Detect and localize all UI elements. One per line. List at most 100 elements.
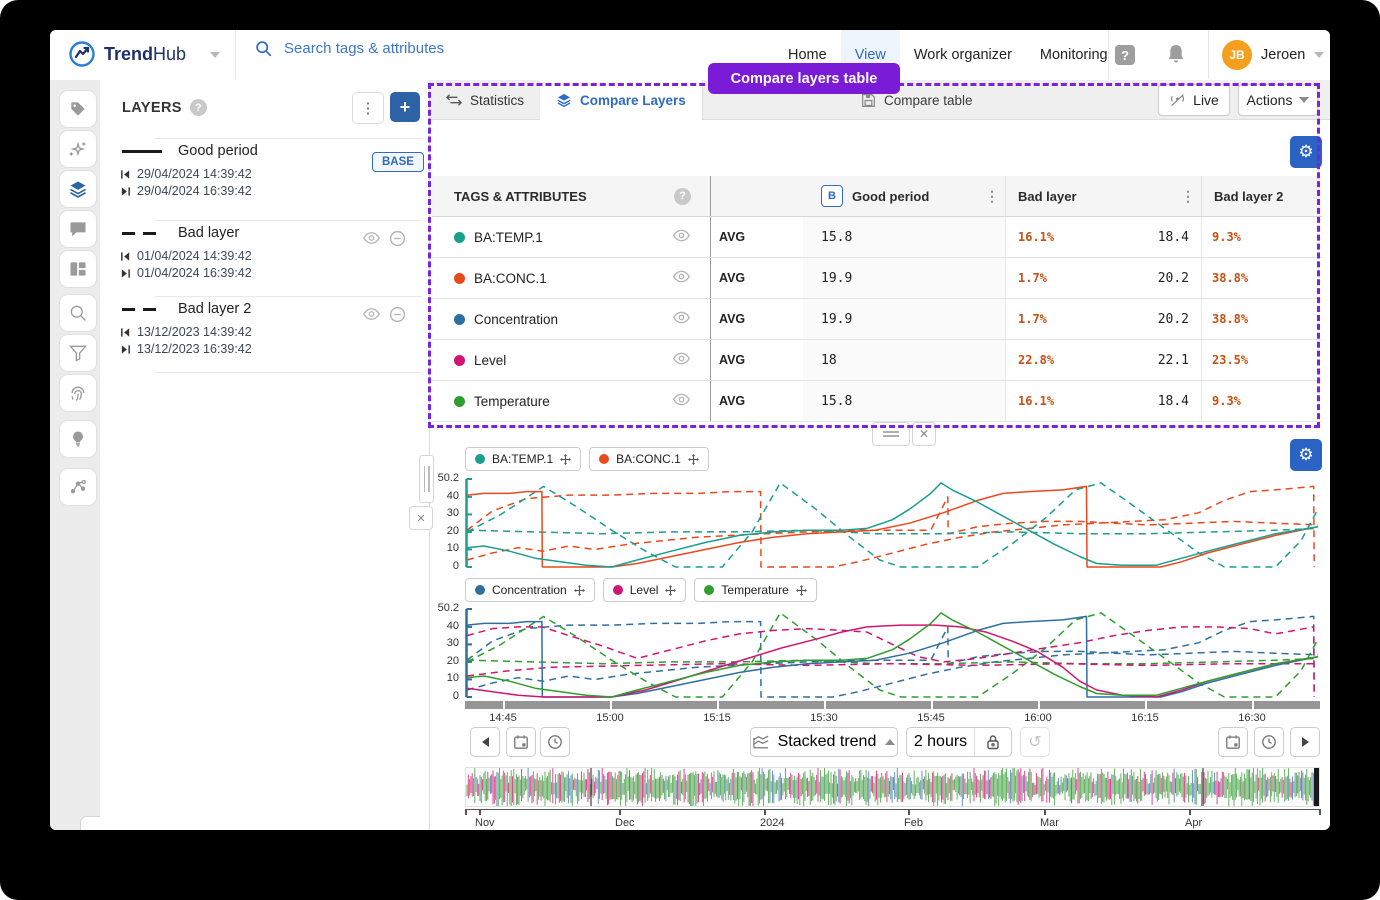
x-tick-label: 15:15 — [695, 712, 739, 724]
gear-icon: ⚙ — [1298, 142, 1313, 162]
visibility-eye-icon[interactable] — [672, 392, 691, 410]
y-tick-label: 40 — [413, 620, 459, 632]
trend-chart-1[interactable]: 50.2403020100 — [413, 476, 1322, 572]
move-icon[interactable] — [665, 585, 676, 596]
column-menu-icon[interactable]: ⋮ — [985, 188, 1005, 205]
trend-chart-2[interactable]: 50.2403020100 — [413, 606, 1322, 702]
move-icon[interactable] — [574, 585, 585, 596]
remove-layer-icon[interactable] — [389, 230, 406, 247]
search-input[interactable] — [282, 39, 546, 58]
visibility-eye-icon[interactable] — [672, 269, 691, 287]
layers-tool-button[interactable] — [59, 170, 97, 208]
column-header-bad-layer[interactable]: Bad layer⋮ — [1006, 176, 1202, 216]
table-row[interactable]: BA:TEMP.1 AVG 15.8 16.1%18.4 9.3% — [432, 217, 1322, 258]
remove-layer-icon[interactable] — [389, 306, 406, 323]
legend-chip[interactable]: BA:CONC.1 — [589, 447, 709, 471]
notifications-bell-icon[interactable] — [1166, 43, 1186, 65]
network-tool-button[interactable] — [59, 468, 97, 506]
comments-tool-button[interactable] — [59, 210, 97, 248]
duration-value[interactable]: 2 hours — [907, 733, 974, 751]
app-logo[interactable]: TrendHub — [68, 40, 186, 68]
timeline-overview[interactable] — [465, 767, 1320, 807]
start-time-picker-button[interactable] — [540, 727, 570, 757]
column-menu-icon[interactable]: ⋮ — [1181, 188, 1201, 205]
actions-button[interactable]: Actions — [1238, 84, 1318, 116]
table-row[interactable]: Temperature AVG 15.8 16.1%18.4 9.3% — [432, 381, 1322, 422]
help-icon[interactable]: ? — [190, 99, 207, 116]
layer-item-bad-layer-2[interactable]: Bad layer 2 13/12/2023 14:39:42 13/12/20… — [100, 296, 430, 372]
trend-mode-dropdown[interactable]: Stacked trend — [750, 727, 898, 757]
visibility-eye-icon[interactable] — [672, 228, 691, 246]
legend-chip[interactable]: BA:TEMP.1 — [465, 447, 581, 471]
layers-menu-button[interactable]: ⋮ — [352, 92, 384, 124]
help-icon[interactable]: ? — [674, 188, 691, 205]
move-icon[interactable] — [560, 454, 571, 465]
calendar-icon — [1225, 734, 1241, 750]
month-label: Mar — [1040, 817, 1084, 829]
time-axis-scrollbar[interactable] — [465, 701, 1320, 709]
layer-name: Bad layer 2 — [178, 301, 251, 317]
compare-layers-table: TAGS & ATTRIBUTES? BGood period⋮ Bad lay… — [432, 176, 1322, 422]
brand-name: TrendHub — [104, 44, 186, 65]
layer-item-good-period[interactable]: Good period BASE 29/04/2024 14:39:42 29/… — [100, 138, 430, 218]
pan-right-button[interactable] — [1290, 727, 1320, 757]
nav-work-organizer[interactable]: Work organizer — [900, 30, 1026, 79]
column-header-bad-layer-2[interactable]: Bad layer 2 — [1202, 176, 1322, 216]
chart-settings-button[interactable]: ⚙ — [1290, 439, 1322, 471]
plot-canvas[interactable] — [465, 476, 1320, 572]
brand-chevron-down-icon[interactable] — [210, 52, 220, 58]
tags-tool-button[interactable] — [59, 90, 97, 128]
move-icon[interactable] — [688, 454, 699, 465]
live-button[interactable]: Live — [1158, 84, 1230, 116]
series-temperature-bad-layer-2 — [467, 658, 1318, 663]
divider — [1208, 30, 1209, 79]
table-close-button[interactable]: ✕ — [912, 422, 936, 446]
pan-left-button[interactable] — [470, 727, 500, 757]
sparkles-tool-button[interactable] — [59, 130, 97, 168]
dashboard-tool-button[interactable] — [59, 250, 97, 288]
column-header-good-period[interactable]: BGood period⋮ — [803, 176, 1006, 216]
filter-tool-button[interactable] — [59, 334, 97, 372]
legend-chip[interactable]: Concentration — [465, 578, 595, 602]
visibility-eye-icon[interactable] — [362, 306, 381, 322]
legend-chip[interactable]: Level — [603, 578, 687, 602]
visibility-eye-icon[interactable] — [672, 310, 691, 328]
skip-end-icon — [120, 268, 131, 279]
legend-chip[interactable]: Temperature — [694, 578, 816, 602]
plot-canvas[interactable] — [465, 606, 1320, 702]
help-button[interactable]: ? — [1115, 45, 1135, 65]
table-row[interactable]: Level AVG 18 22.8%22.1 23.5% — [432, 340, 1322, 381]
search-tool-button[interactable] — [59, 294, 97, 332]
x-tick-label: 16:15 — [1123, 712, 1167, 724]
search-icon — [68, 303, 88, 323]
table-settings-button[interactable]: ⚙ — [1290, 136, 1322, 168]
table-drag-handle[interactable] — [872, 422, 910, 446]
search-bar[interactable] — [255, 39, 546, 58]
layer-item-bad-layer[interactable]: Bad layer 01/04/2024 14:39:42 01/04/2024… — [100, 220, 430, 296]
tab-statistics[interactable]: Statistics — [430, 80, 541, 120]
table-row[interactable]: BA:CONC.1 AVG 19.9 1.7%20.2 38.8% — [432, 258, 1322, 299]
tab-compare-layers[interactable]: Compare Layers — [540, 80, 703, 120]
layer-name: Bad layer — [178, 225, 239, 241]
move-icon[interactable] — [796, 585, 807, 596]
annotation-tooltip: Compare layers table — [708, 63, 900, 94]
table-row[interactable]: Concentration AVG 19.9 1.7%20.2 38.8% — [432, 299, 1322, 340]
end-time-picker-button[interactable] — [1254, 727, 1284, 757]
visibility-eye-icon[interactable] — [672, 351, 691, 369]
visibility-eye-icon[interactable] — [362, 230, 381, 246]
x-tick-label: 16:30 — [1230, 712, 1274, 724]
history-button[interactable]: ↺ — [1020, 727, 1050, 757]
y-tick-label: 50.2 — [413, 602, 459, 614]
y-tick-label: 50.2 — [413, 472, 459, 484]
lock-duration-button[interactable] — [974, 728, 1011, 756]
month-label: Dec — [615, 817, 659, 829]
duration-control[interactable]: 2 hours — [906, 727, 1012, 757]
add-layer-button[interactable]: + — [390, 92, 420, 122]
start-date-picker-button[interactable] — [506, 727, 536, 757]
user-menu[interactable]: JB Jeroen — [1222, 40, 1324, 70]
insights-tool-button[interactable] — [59, 420, 97, 458]
end-date-picker-button[interactable] — [1218, 727, 1248, 757]
filter-funnel-icon — [68, 343, 88, 363]
fingerprint-tool-button[interactable] — [59, 374, 97, 412]
layers-icon — [556, 92, 572, 108]
